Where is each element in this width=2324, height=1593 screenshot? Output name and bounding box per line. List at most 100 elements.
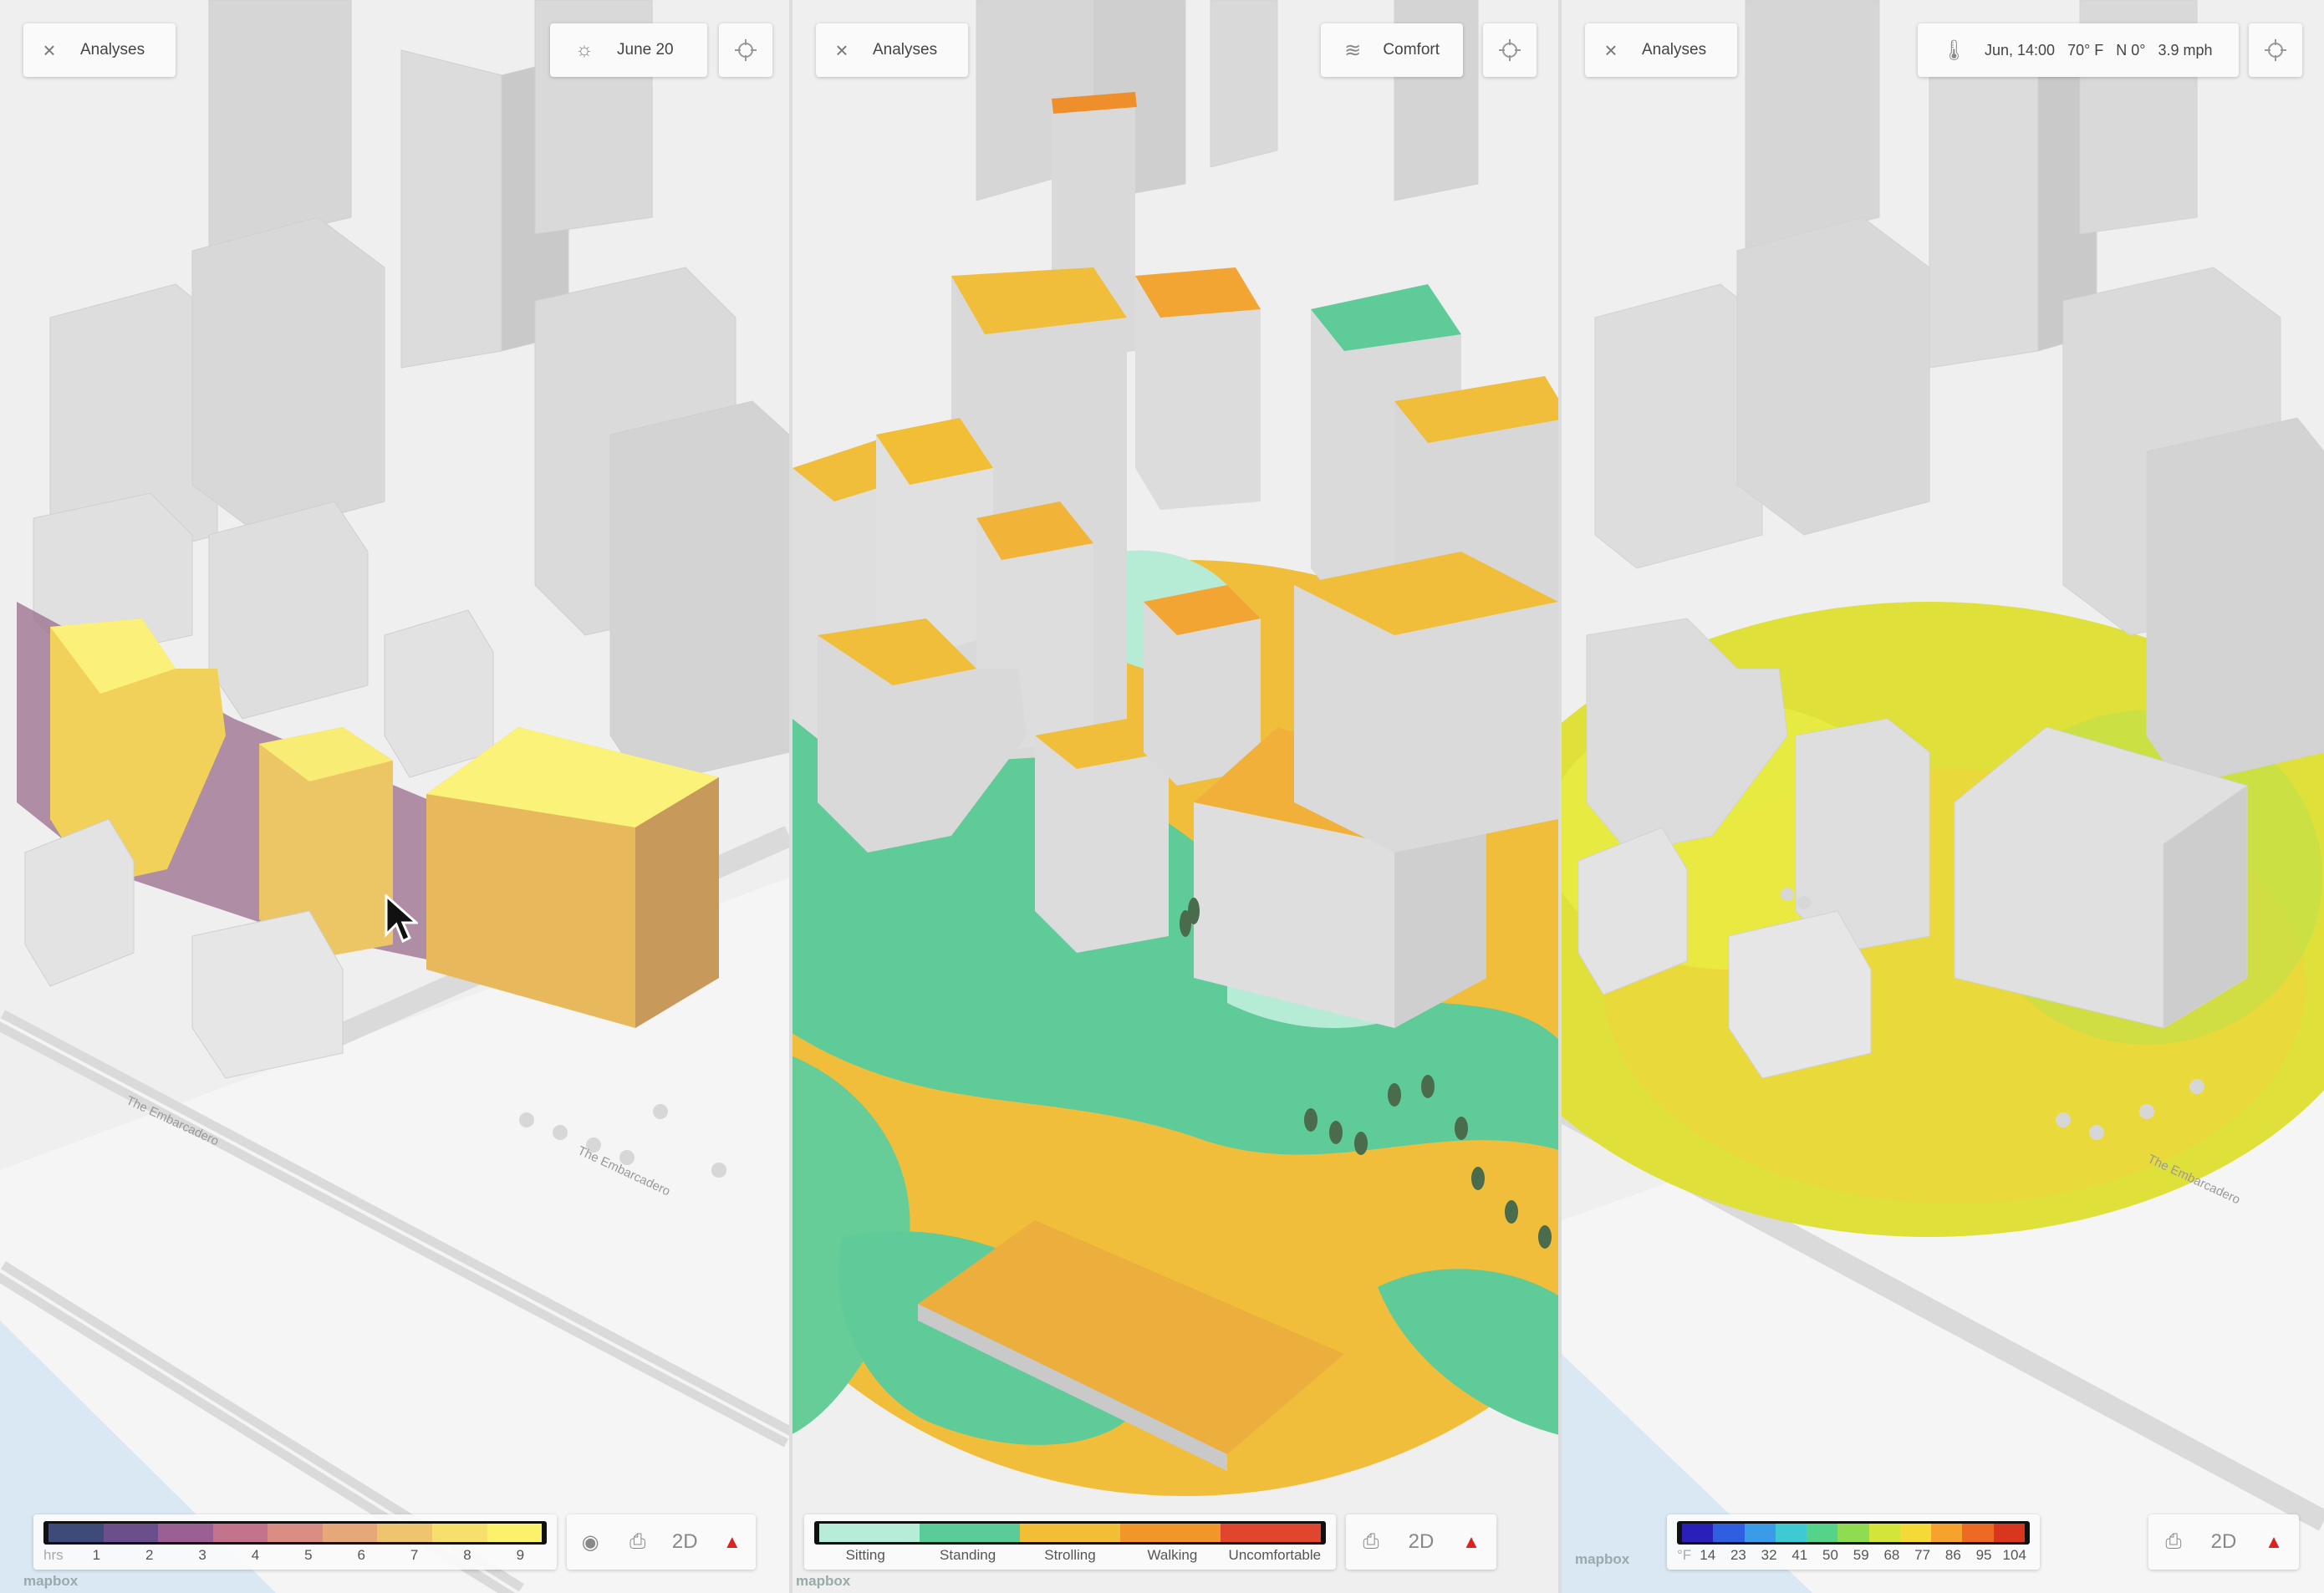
legend-swatch	[158, 1524, 213, 1542]
compass-icon[interactable]: ▲	[2250, 1531, 2297, 1553]
eye-icon[interactable]: ◉	[567, 1530, 614, 1555]
mapbox-logo: mapbox	[796, 1573, 851, 1589]
analyses-label: Analyses	[80, 41, 145, 59]
legend-tick-label: 8	[463, 1547, 471, 1563]
legend-tick-label: 86	[1944, 1547, 1961, 1563]
analyses-label: Analyses	[1642, 41, 1707, 59]
comfort-legend: Sitting Standing Strolling Walking Uncomfort…	[804, 1514, 1336, 1570]
legend-tick-label: 77	[1914, 1547, 1931, 1563]
legend-tick-label: Uncomfortable	[1228, 1547, 1322, 1563]
weather-selector[interactable]: 🌡 Jun, 14:00 70° F N 0° 3.9 mph	[1918, 23, 2239, 77]
sun-icon: ☼	[575, 38, 594, 61]
view-2d-toggle[interactable]: 2D	[2200, 1530, 2247, 1554]
map-3d-scene[interactable]	[793, 0, 1558, 1593]
map-controls: ⎙ 2D ▲	[2148, 1514, 2299, 1570]
date-selector[interactable]: ☼ June 20	[550, 23, 707, 77]
analyses-label: Analyses	[873, 41, 938, 59]
comfort-label: Comfort	[1383, 41, 1440, 59]
legend-tick-label: 3	[198, 1547, 206, 1563]
legend-swatch	[1221, 1524, 1321, 1542]
legend-tick-label: 68	[1883, 1547, 1900, 1563]
legend-swatch	[1682, 1524, 1714, 1542]
map-3d-scene[interactable]: The Embarcadero	[1562, 0, 2324, 1593]
legend-tick-label: 6	[357, 1547, 365, 1563]
legend-tick-label: 41	[1791, 1547, 1808, 1563]
legend-swatch	[212, 1524, 268, 1542]
sun-hours-legend: hrs 1 2 3 4 5 6 7 8 9	[33, 1514, 557, 1570]
legend-ticks: Sitting Standing Strolling Walking Uncomfort…	[814, 1547, 1326, 1564]
legend-swatch	[1807, 1524, 1838, 1542]
legend-tick-label: 2	[145, 1547, 154, 1563]
legend-swatch	[1120, 1524, 1221, 1542]
comfort-selector[interactable]: ≋ Comfort	[1321, 23, 1463, 77]
close-icon[interactable]: ×	[1585, 23, 1637, 77]
crosshair-icon	[2265, 39, 2286, 61]
legend-tick-label: 50	[1822, 1547, 1838, 1563]
legend-swatch	[431, 1524, 487, 1542]
camera-icon[interactable]: ⎙	[2150, 1530, 2197, 1554]
legend-tick-label: 95	[1975, 1547, 1992, 1563]
locate-button[interactable]	[1483, 23, 1537, 77]
legend-color-bar	[1677, 1521, 2030, 1545]
legend-tick-label: 7	[410, 1547, 419, 1563]
legend-ticks: °F 14 23 32 41 50 59 68 77 86 95 104	[1677, 1547, 2030, 1564]
legend-tick-label: 4	[251, 1547, 260, 1563]
view-2d-toggle[interactable]: 2D	[661, 1530, 708, 1554]
locate-button[interactable]	[719, 23, 772, 77]
view-2d-toggle[interactable]: 2D	[1398, 1530, 1445, 1554]
legend-swatch	[322, 1524, 378, 1542]
legend-color-bar	[814, 1521, 1326, 1545]
camera-icon[interactable]: ⎙	[614, 1530, 661, 1554]
legend-tick-label: Standing	[940, 1547, 996, 1563]
legend-swatch	[48, 1524, 104, 1542]
legend-swatch	[268, 1524, 323, 1542]
legend-swatch	[1931, 1524, 1963, 1542]
mouse-cursor-icon	[385, 894, 418, 944]
wind-icon: ≋	[1344, 38, 1362, 62]
locate-button[interactable]	[2249, 23, 2302, 77]
legend-swatch	[1868, 1524, 1900, 1542]
legend-tick-label: Walking	[1147, 1547, 1198, 1563]
close-icon[interactable]: ×	[23, 23, 75, 77]
legend-tick-label: 5	[304, 1547, 313, 1563]
compass-icon[interactable]: ▲	[709, 1531, 756, 1553]
crosshair-icon	[1499, 39, 1521, 61]
analyses-button[interactable]: × Analyses	[23, 23, 176, 77]
legend-tick-label: Strolling	[1044, 1547, 1096, 1563]
legend-swatch	[103, 1524, 159, 1542]
legend-swatch	[1962, 1524, 1994, 1542]
legend-swatch	[819, 1524, 920, 1542]
legend-ticks: hrs 1 2 3 4 5 6 7 8 9	[43, 1547, 547, 1564]
legend-tick-label: 59	[1853, 1547, 1869, 1563]
legend-swatch	[1713, 1524, 1745, 1542]
comfort-map-panel[interactable]: × Analyses ≋ Comfort Sitting Standing Stro…	[793, 0, 1558, 1593]
legend-tick-label: 32	[1761, 1547, 1777, 1563]
thermometer-icon: 🌡	[1941, 38, 1967, 62]
legend-swatch	[377, 1524, 432, 1542]
legend-tick-label: 14	[1700, 1547, 1716, 1563]
sun-hours-map-panel[interactable]: The Embarcadero The Embarcadero × Analys…	[0, 0, 789, 1593]
mapbox-logo: mapbox	[23, 1573, 79, 1589]
date-label: June 20	[617, 41, 674, 59]
mapbox-logo: mapbox	[1575, 1551, 1630, 1567]
legend-swatch	[1020, 1524, 1120, 1542]
legend-swatch	[1899, 1524, 1932, 1542]
map-3d-scene[interactable]: The Embarcadero The Embarcadero	[0, 0, 789, 1593]
legend-unit: °F	[1677, 1547, 1692, 1563]
legend-swatch	[920, 1524, 1020, 1542]
legend-swatch	[1837, 1524, 1869, 1542]
temperature-map-panel[interactable]: The Embarcadero × Analyses 🌡 Jun, 14:00 …	[1562, 0, 2324, 1593]
compass-icon[interactable]: ▲	[1448, 1531, 1495, 1553]
analyses-button[interactable]: × Analyses	[816, 23, 968, 77]
analyses-button[interactable]: × Analyses	[1585, 23, 1737, 77]
weather-label: Jun, 14:00 70° F N 0° 3.9 mph	[1985, 41, 2213, 59]
legend-tick-label: 23	[1730, 1547, 1746, 1563]
map-controls: ◉ ⎙ 2D ▲	[567, 1514, 756, 1570]
legend-swatch	[1744, 1524, 1776, 1542]
legend-color-bar	[43, 1521, 547, 1545]
close-icon[interactable]: ×	[816, 23, 868, 77]
legend-swatch	[1775, 1524, 1807, 1542]
legend-swatch	[487, 1524, 542, 1542]
crosshair-icon	[735, 39, 757, 61]
camera-icon[interactable]: ⎙	[1348, 1530, 1394, 1554]
